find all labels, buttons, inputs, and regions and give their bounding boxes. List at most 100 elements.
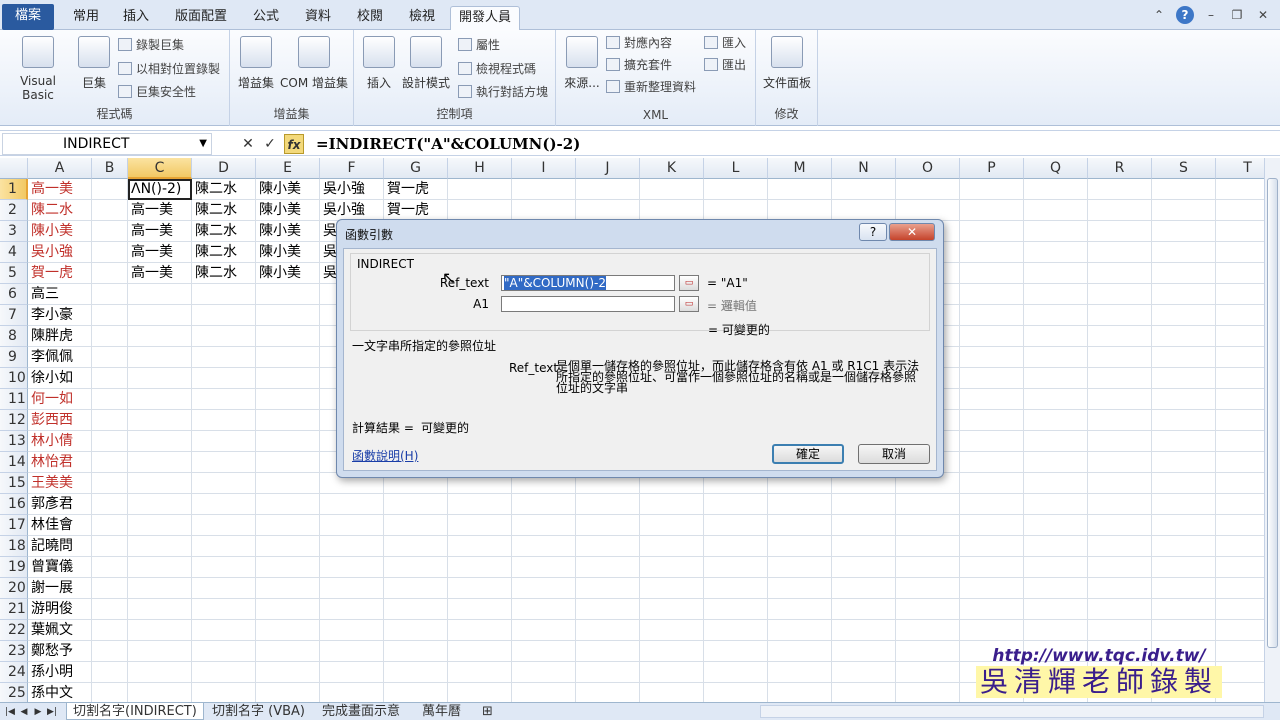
row-header[interactable]: 22 <box>0 620 28 641</box>
function-help-link[interactable]: 函數說明(H) <box>352 447 418 464</box>
expansion-packs-button[interactable]: 擴充套件 <box>606 56 672 74</box>
row-header[interactable]: 15 <box>0 473 28 494</box>
row-header[interactable]: 2 <box>0 200 28 221</box>
prev-sheet-icon[interactable]: ◀ <box>18 704 30 720</box>
row-header[interactable]: 1 <box>0 179 28 200</box>
column-header-g[interactable]: G <box>384 158 448 179</box>
macros-button[interactable]: 巨集 <box>76 36 112 91</box>
tab-insert[interactable]: 插入 <box>114 6 158 30</box>
row-header[interactable]: 24 <box>0 662 28 683</box>
refresh-data-button[interactable]: 重新整理資料 <box>606 78 696 96</box>
new-sheet-icon[interactable]: ⊞ <box>476 703 499 720</box>
formula-input[interactable]: =INDIRECT("A"&COLUMN()-2) <box>312 133 1262 155</box>
sheet-tab-indirect[interactable]: 切割名字(INDIRECT) <box>66 703 204 720</box>
cell-a[interactable]: 林佳會 <box>28 515 92 536</box>
column-header-j[interactable]: J <box>576 158 640 179</box>
next-sheet-icon[interactable]: ▶ <box>32 704 44 720</box>
row-header[interactable]: 20 <box>0 578 28 599</box>
column-header-a[interactable]: A <box>28 158 92 179</box>
tab-view[interactable]: 檢視 <box>400 6 444 30</box>
export-button[interactable]: 匯出 <box>704 56 746 74</box>
row-header[interactable]: 7 <box>0 305 28 326</box>
xml-source-button[interactable]: 來源... <box>562 36 602 91</box>
run-dialog-button[interactable]: 執行對話方塊 <box>458 83 548 101</box>
cell-a[interactable]: 游明俊 <box>28 599 92 620</box>
map-properties-button[interactable]: 對應內容 <box>606 34 672 52</box>
scroll-thumb[interactable] <box>1267 178 1278 648</box>
cell-a[interactable]: 曾寶儀 <box>28 557 92 578</box>
cell-a[interactable]: 何一如 <box>28 389 92 410</box>
column-header-o[interactable]: O <box>896 158 960 179</box>
table-cell[interactable]: 高一美 <box>128 263 192 284</box>
row-header[interactable]: 14 <box>0 452 28 473</box>
addins-button[interactable]: 增益集 <box>234 36 278 91</box>
cell-a[interactable]: 王美美 <box>28 473 92 494</box>
row-header[interactable]: 13 <box>0 431 28 452</box>
cell-a[interactable]: 葉姵文 <box>28 620 92 641</box>
table-cell[interactable]: 賀一虎 <box>384 200 448 221</box>
minimize-icon[interactable]: – <box>1202 6 1220 24</box>
table-cell[interactable]: 陳小美 <box>256 242 320 263</box>
cell-a[interactable]: 李小豪 <box>28 305 92 326</box>
ref-text-input[interactable]: "A"&COLUMN()-2 <box>501 275 675 291</box>
document-panel-button[interactable]: 文件面板 <box>760 36 814 91</box>
row-header[interactable]: 8 <box>0 326 28 347</box>
restore-icon[interactable]: ❐ <box>1228 6 1246 24</box>
table-cell[interactable]: 高一美 <box>128 221 192 242</box>
insert-function-button[interactable]: fx <box>284 134 304 154</box>
table-cell[interactable]: 陳小美 <box>256 179 320 200</box>
column-header-d[interactable]: D <box>192 158 256 179</box>
design-mode-button[interactable]: 設計模式 <box>400 36 452 91</box>
column-header-c[interactable]: C <box>128 158 192 179</box>
tab-data[interactable]: 資料 <box>296 6 340 30</box>
import-button[interactable]: 匯入 <box>704 34 746 52</box>
table-cell[interactable]: 吳小強 <box>320 200 384 221</box>
ribbon-collapse-icon[interactable]: ⌃ <box>1150 6 1168 24</box>
column-header-e[interactable]: E <box>256 158 320 179</box>
column-header-k[interactable]: K <box>640 158 704 179</box>
tab-page-layout[interactable]: 版面配置 <box>166 6 236 30</box>
row-header[interactable]: 16 <box>0 494 28 515</box>
cell-a[interactable]: 陳二水 <box>28 200 92 221</box>
tab-review[interactable]: 校閱 <box>348 6 392 30</box>
row-header[interactable]: 12 <box>0 410 28 431</box>
cell-a[interactable]: 孫小明 <box>28 662 92 683</box>
table-cell[interactable]: 陳小美 <box>256 200 320 221</box>
row-header[interactable]: 6 <box>0 284 28 305</box>
cancel-entry-button[interactable]: ✕ <box>238 134 258 154</box>
cell-a[interactable]: 林小倩 <box>28 431 92 452</box>
column-header-p[interactable]: P <box>960 158 1024 179</box>
table-cell[interactable]: 陳小美 <box>256 221 320 242</box>
row-header[interactable]: 4 <box>0 242 28 263</box>
close-icon[interactable]: ✕ <box>1254 6 1272 24</box>
properties-button[interactable]: 屬性 <box>458 36 500 54</box>
cell-a[interactable]: 高一美 <box>28 179 92 200</box>
record-macro-button[interactable]: 錄製巨集 <box>118 36 184 54</box>
row-header[interactable]: 25 <box>0 683 28 704</box>
collapse-dialog-icon[interactable]: ▭ <box>679 296 699 312</box>
last-sheet-icon[interactable]: ▶| <box>46 704 58 720</box>
row-header[interactable]: 5 <box>0 263 28 284</box>
cell-a[interactable]: 徐小如 <box>28 368 92 389</box>
column-header-t[interactable]: T <box>1216 158 1264 179</box>
table-cell[interactable]: 陳二水 <box>192 200 256 221</box>
column-header-l[interactable]: L <box>704 158 768 179</box>
cell-a[interactable]: 林怡君 <box>28 452 92 473</box>
help-icon[interactable]: ? <box>1176 6 1194 24</box>
row-header[interactable]: 3 <box>0 221 28 242</box>
view-code-button[interactable]: 檢視程式碼 <box>458 60 536 78</box>
tab-home[interactable]: 常用 <box>64 6 108 30</box>
table-cell[interactable]: 陳二水 <box>192 242 256 263</box>
table-cell[interactable]: 陳二水 <box>192 179 256 200</box>
insert-control-button[interactable]: 插入 <box>360 36 398 91</box>
enter-button[interactable]: ✓ <box>260 134 280 154</box>
cell-a[interactable]: 高三 <box>28 284 92 305</box>
row-header[interactable]: 23 <box>0 641 28 662</box>
cell-a[interactable]: 謝一展 <box>28 578 92 599</box>
com-addins-button[interactable]: COM 增益集 <box>278 36 350 91</box>
table-cell[interactable]: 陳二水 <box>192 221 256 242</box>
column-header-i[interactable]: I <box>512 158 576 179</box>
table-cell[interactable]: 賀一虎 <box>384 179 448 200</box>
sheet-tab-calendar[interactable]: 萬年曆 <box>416 703 467 720</box>
column-header-q[interactable]: Q <box>1024 158 1088 179</box>
